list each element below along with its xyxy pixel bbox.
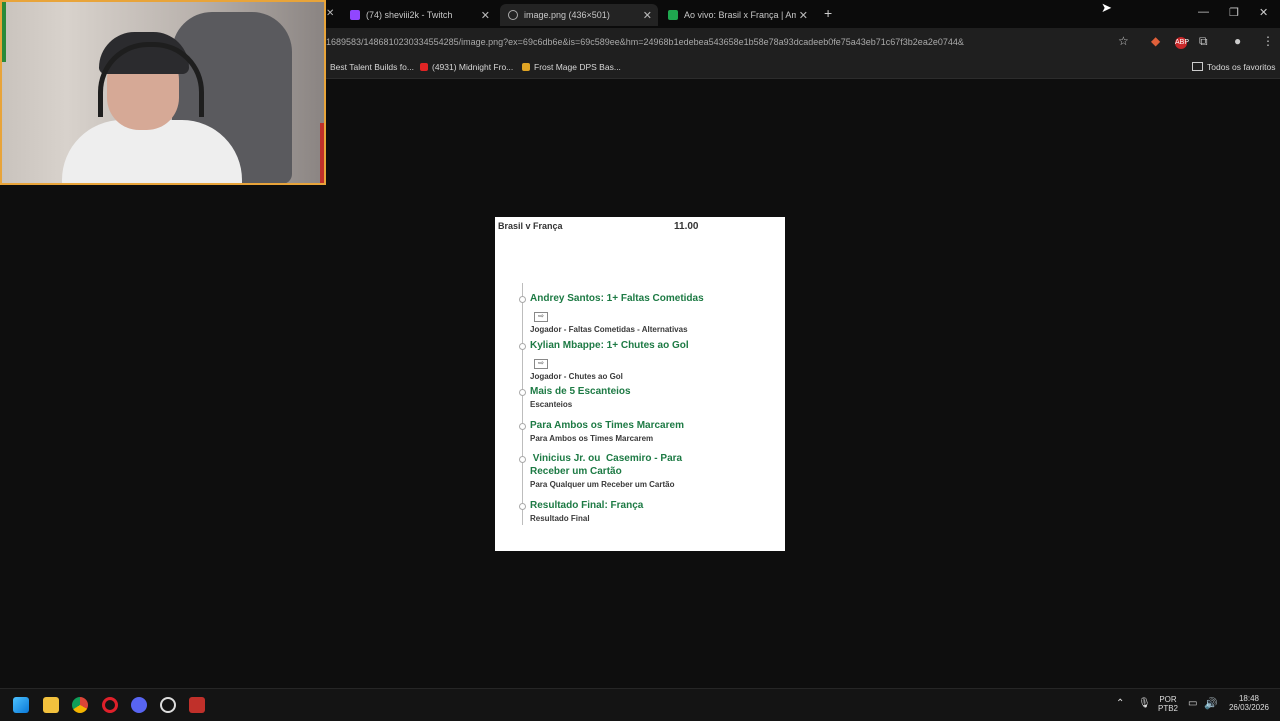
twitch-icon — [350, 10, 360, 20]
windows-start-icon[interactable] — [13, 697, 29, 713]
selection-name: Kylian Mbappe: 1+ Chutes ao Gol — [530, 340, 689, 351]
close-window-button[interactable]: ✕ — [1259, 6, 1268, 19]
volume-icon[interactable]: 🔊 — [1204, 697, 1218, 710]
discord-icon[interactable] — [131, 697, 147, 713]
tab-image[interactable]: image.png (436×501) ✕ — [500, 4, 658, 26]
selection-item: Para Ambos os Times Marcarem Para Ambos … — [519, 419, 770, 443]
ge-icon — [668, 10, 678, 20]
star-icon[interactable]: ☆ — [1118, 34, 1129, 48]
cam-border-accent — [2, 2, 6, 62]
tab-label: image.png (436×501) — [524, 10, 610, 20]
cam-border-accent — [320, 123, 324, 183]
url-text[interactable]: 1689583/1486810230334554285/image.png?ex… — [326, 37, 1096, 47]
mage-icon — [522, 63, 530, 71]
timeline-dot — [519, 343, 526, 350]
selection-name: Mais de 5 Escanteios — [530, 386, 631, 397]
globe-icon — [508, 10, 518, 20]
close-icon[interactable]: ✕ — [799, 9, 808, 22]
minimize-button[interactable]: — — [1198, 6, 1209, 18]
app-icon[interactable] — [189, 697, 205, 713]
selection-market: Para Qualquer um Receber um Cartão — [530, 480, 675, 489]
bet-builder-icon: ⇨ — [534, 359, 548, 369]
selection-market: Jogador - Chutes ao Gol — [530, 372, 623, 381]
extension-fox-icon[interactable]: ◆ — [1151, 34, 1160, 48]
selection-item: Andrey Santos: 1+ Faltas Cometidas ⇨ Jog… — [519, 292, 770, 334]
language-indicator[interactable]: POR PTB2 — [1155, 695, 1181, 713]
close-icon[interactable]: ✕ — [326, 8, 334, 19]
keyboard-layout-label: PTB2 — [1157, 704, 1178, 713]
tab-label: Ao vivo: Brasil x França | Amisto — [684, 10, 796, 20]
menu-icon[interactable]: ⋮ — [1262, 34, 1274, 48]
opera-icon[interactable] — [102, 697, 118, 713]
selection-item: Kylian Mbappe: 1+ Chutes ao Gol ⇨ Jogado… — [519, 339, 770, 381]
timeline-line — [522, 283, 523, 525]
new-tab-button[interactable]: + — [824, 5, 832, 21]
tab-live-match[interactable]: Ao vivo: Brasil x França | Amisto ✕ — [662, 4, 814, 26]
close-icon[interactable]: ✕ — [643, 9, 652, 22]
selection-item: Resultado Final: França Resultado Final — [519, 499, 770, 523]
selection-market: Escanteios — [530, 400, 573, 409]
selection-market: Para Ambos os Times Marcarem — [530, 434, 654, 443]
maximize-button[interactable]: ❐ — [1229, 6, 1239, 19]
selection-market: Jogador - Faltas Cometidas - Alternativa… — [530, 325, 688, 334]
timeline-dot — [519, 423, 526, 430]
match-title: Brasil v França — [498, 221, 563, 231]
selection-item: Vinicius Jr. ou Casemiro - Para Receber … — [519, 452, 705, 489]
timeline-dot — [519, 456, 526, 463]
tab-label: (74) sheviii2k - Twitch — [366, 10, 453, 20]
total-odds: 11.00 — [674, 221, 699, 232]
file-explorer-icon[interactable] — [43, 697, 59, 713]
bet-builder-icon: ⇨ — [534, 312, 548, 322]
chrome-icon[interactable] — [72, 697, 88, 713]
time-label: 18:48 — [1238, 694, 1260, 703]
adblock-icon[interactable]: ABP — [1175, 37, 1189, 49]
profile-icon[interactable]: ● — [1234, 34, 1241, 48]
timeline-dot — [519, 389, 526, 396]
obs-icon[interactable] — [160, 697, 176, 713]
bookmark-label: (4931) Midnight Fro... — [432, 62, 514, 72]
timeline-dot — [519, 296, 526, 303]
clock[interactable]: 18:48 26/03/2026 — [1224, 694, 1274, 712]
selection-item: Mais de 5 Escanteios Escanteios — [519, 385, 770, 409]
microphone-icon[interactable]: 🎙 — [1138, 698, 1151, 709]
close-icon[interactable]: ✕ — [481, 9, 490, 22]
language-label: POR — [1159, 695, 1177, 704]
selection-name: Para Ambos os Times Marcarem — [530, 420, 684, 431]
cursor-icon: ➤ — [1101, 0, 1112, 15]
tab-twitch[interactable]: (74) sheviii2k - Twitch ✕ — [344, 4, 496, 26]
timeline-dot — [519, 503, 526, 510]
bookmark-item[interactable]: Best Talent Builds fo... — [330, 62, 414, 72]
webcam-overlay — [0, 0, 326, 185]
selection-name: Andrey Santos: 1+ Faltas Cometidas — [530, 293, 704, 304]
streamer-shirt — [62, 120, 242, 183]
favorites-label: Todos os favoritos — [1207, 62, 1276, 72]
puzzle-icon[interactable]: ⧉ — [1199, 34, 1208, 49]
network-icon[interactable]: ▭ — [1188, 698, 1197, 709]
bookmark-label: Frost Mage DPS Bas... — [534, 62, 621, 72]
bookmark-item[interactable]: (4931) Midnight Fro... — [420, 62, 513, 72]
youtube-icon — [420, 63, 428, 71]
chevron-up-icon[interactable]: ⌃ — [1116, 698, 1124, 709]
bookmark-item[interactable]: Frost Mage DPS Bas... — [522, 62, 621, 72]
selection-market: Resultado Final — [530, 514, 590, 523]
date-label: 26/03/2026 — [1228, 703, 1270, 712]
taskbar: ⌃ 🎙 POR PTB2 ▭ 🔊 18:48 26/03/2026 — [0, 688, 1280, 721]
selection-name: Vinicius Jr. ou Casemiro - Para Receber … — [530, 453, 685, 477]
all-favorites[interactable]: Todos os favoritos — [1192, 62, 1276, 72]
selection-name: Resultado Final: França — [530, 500, 644, 511]
folder-icon — [1192, 62, 1203, 71]
bet-slip-image: Brasil v França 11.00 Andrey Santos: 1+ … — [495, 217, 785, 551]
